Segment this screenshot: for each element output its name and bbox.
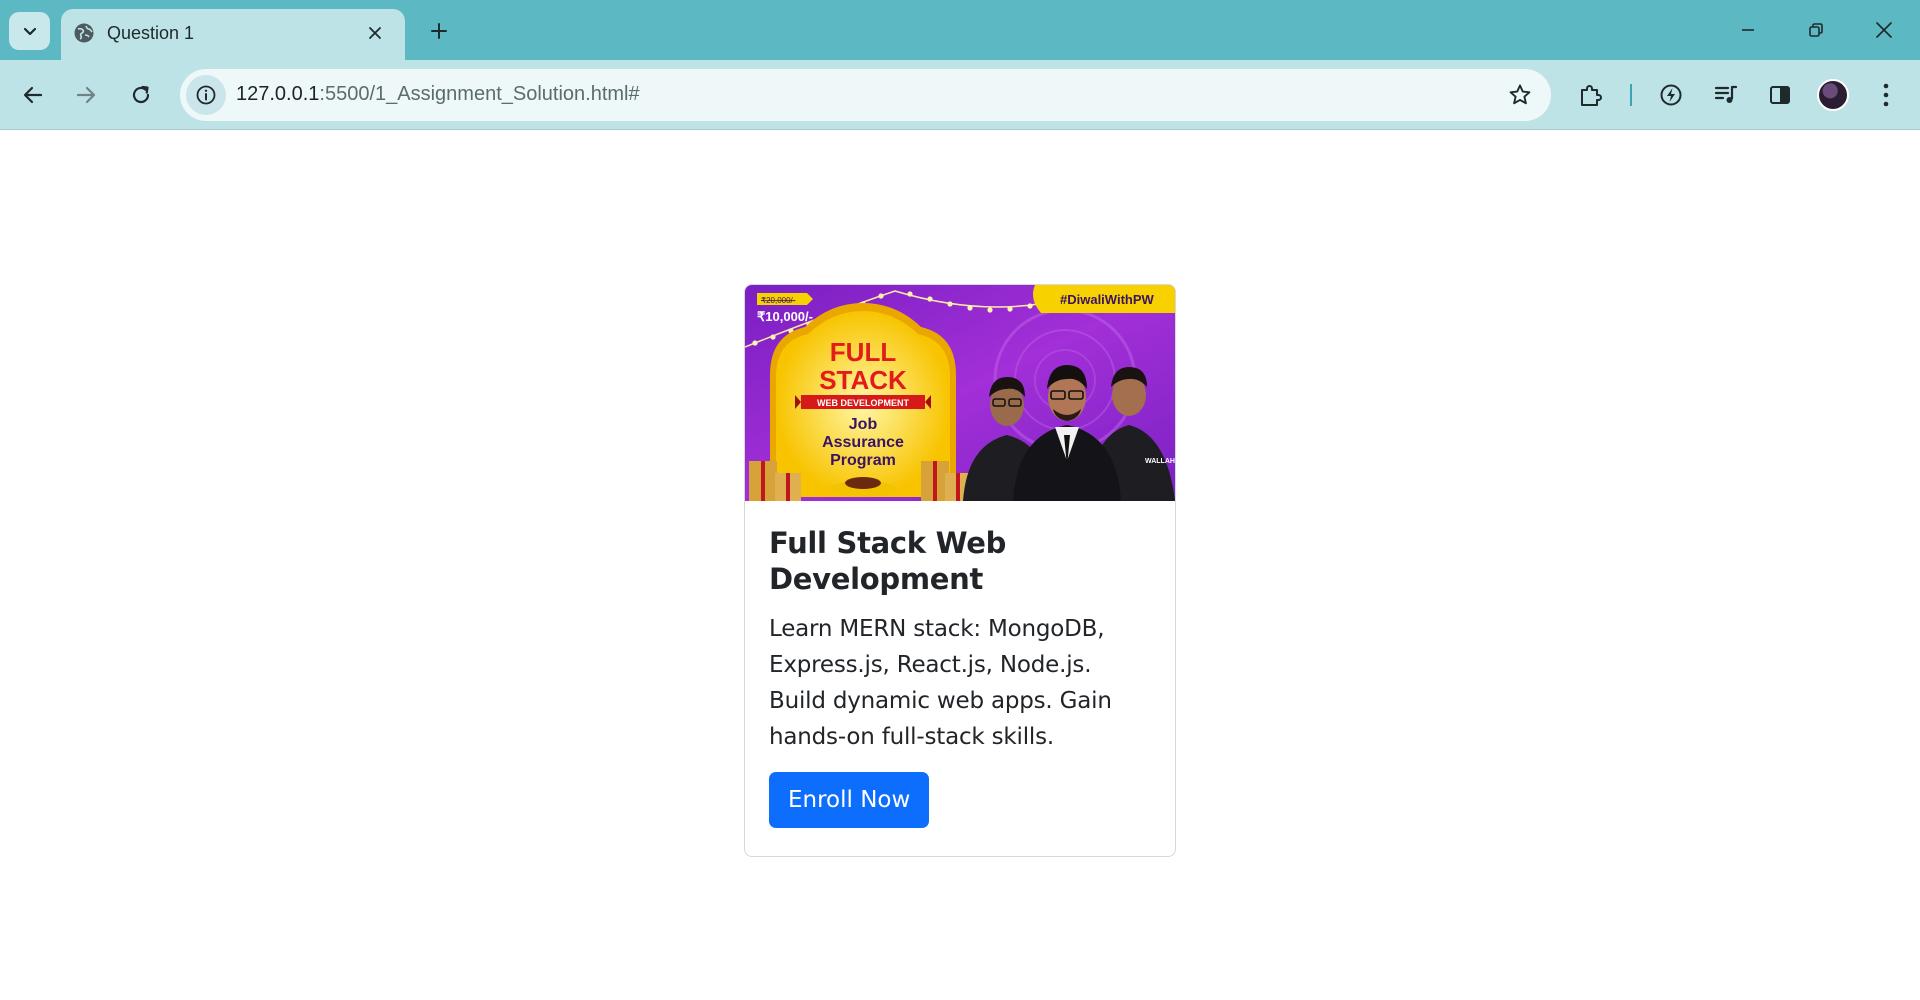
profile-avatar[interactable] bbox=[1817, 79, 1849, 111]
side-panel-button[interactable] bbox=[1760, 75, 1800, 115]
enroll-now-button[interactable]: Enroll Now bbox=[769, 772, 930, 828]
tab-question-1[interactable]: Question 1 bbox=[61, 9, 405, 60]
arrow-right-icon bbox=[76, 86, 96, 104]
banner-job: Job bbox=[849, 416, 878, 433]
close-window-button[interactable] bbox=[1859, 8, 1909, 52]
tab-strip: Question 1 bbox=[0, 0, 1920, 60]
new-tab-button[interactable] bbox=[422, 14, 456, 48]
side-panel-icon bbox=[1770, 86, 1790, 104]
back-button[interactable] bbox=[12, 74, 54, 116]
restore-icon bbox=[1809, 23, 1823, 37]
globe-icon bbox=[74, 23, 94, 43]
reload-icon bbox=[132, 85, 150, 104]
toolbar-separator bbox=[1630, 84, 1632, 106]
energy-saver-icon bbox=[1660, 84, 1682, 106]
shirt-text: WALLAH bbox=[1145, 458, 1175, 465]
minimize-icon bbox=[1742, 29, 1754, 31]
restore-button[interactable] bbox=[1791, 8, 1841, 52]
card-description: Learn MERN stack: MongoDB, Express.js, R… bbox=[769, 616, 1112, 750]
close-icon bbox=[1876, 22, 1892, 38]
extensions-button[interactable] bbox=[1571, 75, 1611, 115]
card-title: Full Stack Web Development bbox=[769, 526, 1007, 596]
info-icon bbox=[196, 85, 216, 105]
more-vertical-icon bbox=[1883, 83, 1889, 107]
banner-program: Program bbox=[830, 452, 896, 469]
reload-button[interactable] bbox=[120, 74, 162, 116]
url-text[interactable]: 127.0.0.1:5500/1_Assignment_Solution.htm… bbox=[236, 83, 640, 106]
course-card: #DiwaliWithPW ₹20,000/- ₹10,000/- FULL S… bbox=[744, 284, 1176, 857]
banner-ribbon: WEB DEVELOPMENT bbox=[817, 398, 910, 408]
url-path: :5500/1_Assignment_Solution.html# bbox=[319, 83, 640, 105]
star-icon bbox=[1509, 84, 1531, 105]
banner-hashtag: #DiwaliWithPW bbox=[1060, 292, 1155, 307]
performance-button[interactable] bbox=[1651, 75, 1691, 115]
chevron-down-icon bbox=[23, 27, 36, 36]
banner-price: ₹10,000/- bbox=[757, 309, 813, 324]
minimize-button[interactable] bbox=[1723, 8, 1773, 52]
tab-close-button[interactable] bbox=[361, 19, 389, 47]
card-body: Full Stack Web Development Learn MERN st… bbox=[769, 525, 1153, 828]
address-bar[interactable]: 127.0.0.1:5500/1_Assignment_Solution.htm… bbox=[180, 69, 1551, 121]
banner-old-price: ₹20,000/- bbox=[761, 296, 796, 305]
banner-assurance: Assurance bbox=[822, 434, 904, 451]
close-icon bbox=[369, 27, 381, 39]
course-banner-image: #DiwaliWithPW ₹20,000/- ₹10,000/- FULL S… bbox=[745, 285, 1175, 501]
tab-search-button[interactable] bbox=[9, 12, 50, 50]
site-info-button[interactable] bbox=[186, 75, 226, 115]
url-host: 127.0.0.1 bbox=[236, 83, 320, 105]
queue-music-icon bbox=[1714, 85, 1738, 103]
bookmark-button[interactable] bbox=[1505, 80, 1535, 110]
plus-icon bbox=[431, 23, 447, 39]
banner-title-line1: FULL bbox=[830, 337, 897, 367]
menu-button[interactable] bbox=[1866, 75, 1906, 115]
banner-title-line2: STACK bbox=[819, 365, 907, 395]
browser-toolbar: 127.0.0.1:5500/1_Assignment_Solution.htm… bbox=[0, 60, 1920, 130]
forward-button[interactable] bbox=[65, 74, 107, 116]
tab-title: Question 1 bbox=[107, 23, 195, 43]
puzzle-icon bbox=[1581, 85, 1602, 106]
media-controls-button[interactable] bbox=[1706, 75, 1746, 115]
arrow-left-icon bbox=[23, 86, 43, 104]
